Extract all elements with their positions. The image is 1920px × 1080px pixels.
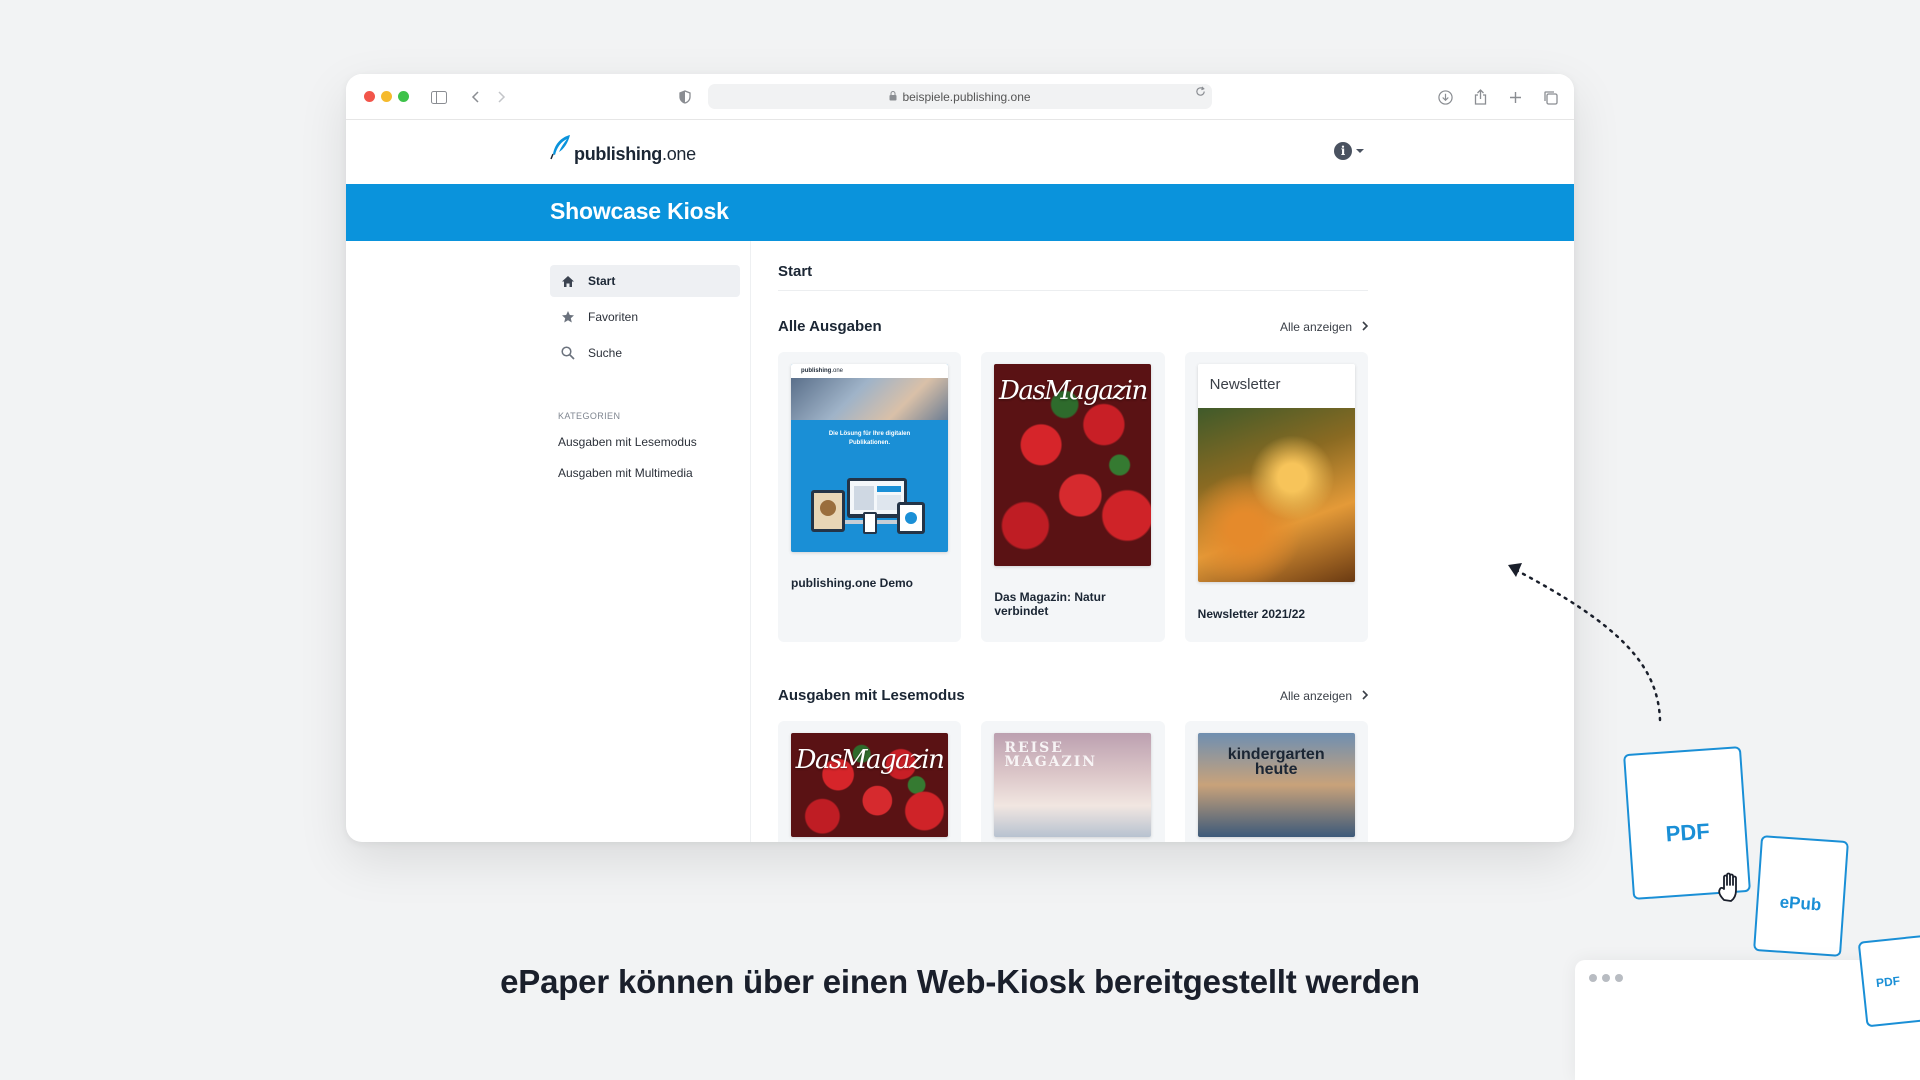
sidebar-toggle-icon[interactable] — [428, 86, 450, 108]
home-icon — [560, 273, 576, 289]
issue-cover: kindergarten heute — [1197, 733, 1355, 837]
logo-text-light: .one — [662, 144, 696, 164]
slide-caption: ePaper können über einen Web-Kiosk berei… — [500, 963, 1420, 1000]
issue-grid: publishing .one Die Lösung für Ihre digit… — [778, 352, 1368, 642]
kiosk-banner: Showcase Kiosk — [346, 184, 1574, 241]
pdf-label: PDF — [1664, 818, 1711, 847]
dotted-arrow-icon — [1508, 563, 1662, 722]
sidebar-item-favoriten[interactable]: Favoriten — [550, 301, 740, 333]
section-lesemodus-header: Ausgaben mit Lesemodus Alle anzeigen — [778, 687, 1369, 704]
issue-cover: publishing .one Die Lösung für Ihre digit… — [791, 364, 948, 552]
issue-cover: Newsletter — [1197, 364, 1355, 582]
cover-masthead: REISE MAGAZIN — [1004, 740, 1098, 770]
sidebar: Start Favoriten Suche KATEGORIEN Ausgabe… — [550, 241, 740, 842]
site-header: publishing.one i — [346, 120, 1574, 184]
epub-label: ePub — [1779, 892, 1822, 915]
chevron-right-icon — [1362, 320, 1369, 334]
cover-logo: publishing .one — [791, 364, 948, 378]
chevron-right-icon — [1362, 689, 1369, 703]
issue-card[interactable]: publishing .one Die Lösung für Ihre digit… — [778, 352, 962, 642]
browser-chrome: beispiele.publishing.one — [346, 74, 1574, 120]
url-text: beispiele.publishing.one — [902, 89, 1031, 104]
info-icon: i — [1334, 142, 1352, 160]
cover-masthead: kindergarten heute — [1227, 746, 1325, 779]
search-icon — [560, 345, 576, 361]
kiosk-title: Showcase Kiosk — [550, 198, 729, 224]
page-title: Start — [778, 263, 813, 280]
reload-icon[interactable] — [1195, 86, 1206, 100]
privacy-shield-icon[interactable] — [674, 86, 696, 108]
epub-document-icon: ePub — [1753, 835, 1849, 957]
category-ausgaben-mit-multimedia[interactable]: Ausgaben mit Multimedia — [550, 466, 740, 480]
issue-title: publishing.one Demo — [791, 576, 913, 590]
issue-card[interactable]: Newsletter Newsletter 2021/22 — [1184, 352, 1368, 642]
feather-logo-icon — [550, 134, 572, 165]
section-alle-ausgaben-header: Alle Ausgaben Alle anzeigen — [778, 318, 1369, 335]
sidebar-item-label: Suche — [588, 346, 623, 360]
back-icon[interactable] — [464, 86, 486, 108]
cover-tagline: Die Lösung für Ihre digitalen Publikatio… — [828, 431, 911, 446]
close-window-button[interactable] — [364, 91, 375, 102]
issue-card[interactable]: DasMagazin — [778, 721, 962, 842]
sidebar-divider — [750, 241, 751, 842]
category-ausgaben-mit-lesemodus[interactable]: Ausgaben mit Lesemodus — [550, 435, 740, 449]
hand-cursor-icon — [1714, 870, 1748, 909]
cover-photo — [791, 378, 948, 420]
issue-card[interactable]: DasMagazin Das Magazin: Natur verbindet — [981, 352, 1165, 642]
cover-masthead: Newsletter — [1209, 376, 1281, 393]
forward-icon[interactable] — [491, 86, 513, 108]
cover-masthead: DasMagazin — [795, 745, 945, 775]
issue-cover: REISE MAGAZIN — [994, 733, 1152, 837]
kiosk-content: Start Favoriten Suche KATEGORIEN Ausgabe… — [346, 241, 1574, 842]
show-all-label: Alle anzeigen — [1279, 319, 1352, 334]
main-content: Start Alle Ausgaben Alle anzeigen publis… — [778, 241, 1369, 842]
issue-cover: DasMagazin — [791, 733, 948, 837]
minimize-window-button[interactable] — [381, 91, 392, 102]
title-divider — [778, 290, 1368, 291]
sidebar-item-suche[interactable]: Suche — [550, 337, 740, 369]
share-icon[interactable] — [1469, 86, 1491, 108]
cover-masthead: DasMagazin — [998, 376, 1148, 406]
show-all-link[interactable]: Alle anzeigen — [1279, 319, 1369, 334]
section-title: Alle Ausgaben — [778, 318, 882, 335]
show-all-link[interactable]: Alle anzeigen — [1279, 688, 1369, 703]
issue-grid: DasMagazin REISE MAGAZIN kindergarten he… — [778, 721, 1368, 842]
maximize-window-button[interactable] — [398, 91, 409, 102]
cover-photo — [1197, 408, 1355, 582]
logo-text-bold: publishing — [574, 144, 662, 164]
issue-title: Das Magazin: Natur verbindet — [994, 590, 1106, 619]
cover-logo-bold: publishing — [801, 368, 832, 374]
download-icon[interactable] — [1434, 86, 1456, 108]
issue-title: Newsletter 2021/22 — [1197, 607, 1306, 621]
new-tab-icon[interactable] — [1504, 86, 1526, 108]
address-bar[interactable]: beispiele.publishing.one — [708, 84, 1212, 109]
lock-icon — [889, 90, 897, 104]
chevron-down-icon — [1356, 149, 1364, 153]
issue-card[interactable]: kindergarten heute — [1184, 721, 1368, 842]
publishing-one-logo[interactable]: publishing.one — [550, 134, 696, 165]
tab-overview-icon[interactable] — [1539, 86, 1561, 108]
issue-cover: DasMagazin — [994, 364, 1152, 566]
section-title: Ausgaben mit Lesemodus — [778, 687, 965, 704]
browser-window: beispiele.publishing.one publishing.one … — [346, 74, 1574, 842]
star-icon — [560, 309, 576, 325]
issue-card[interactable]: REISE MAGAZIN — [981, 721, 1165, 842]
sidebar-item-label: Favoriten — [588, 310, 639, 324]
cover-logo-light: .one — [831, 368, 844, 374]
sidebar-item-label: Start — [588, 274, 616, 288]
devices-illustration — [809, 476, 931, 536]
show-all-label: Alle anzeigen — [1279, 688, 1352, 703]
sidebar-item-start[interactable]: Start — [550, 265, 740, 297]
categories-heading: KATEGORIEN — [558, 411, 621, 421]
info-menu-button[interactable]: i — [1334, 142, 1364, 160]
